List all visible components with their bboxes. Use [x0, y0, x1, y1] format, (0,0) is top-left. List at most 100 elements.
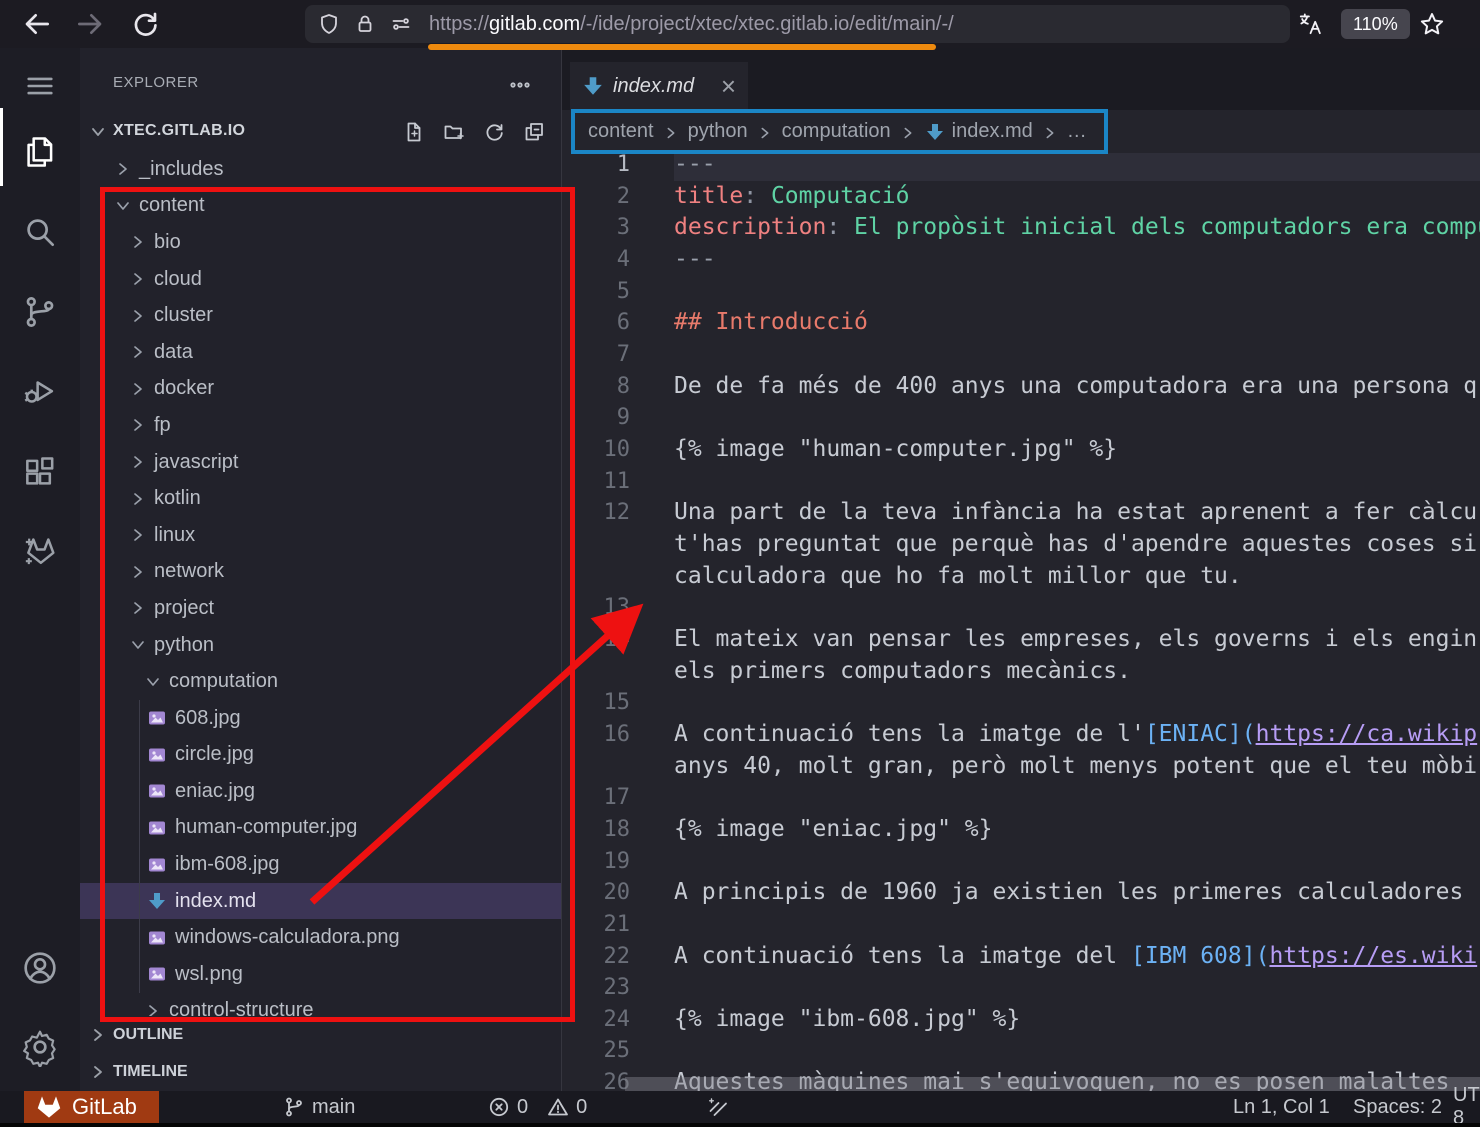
code-line-wrap[interactable]: t'has preguntat que perquè has d'apendre…: [562, 529, 1480, 561]
code-line-19[interactable]: 19: [562, 846, 1480, 878]
project-section-header[interactable]: XTEC.GITLAB.IO: [80, 113, 562, 151]
explorer-icon[interactable]: [16, 128, 64, 176]
tree-item-data[interactable]: data: [80, 334, 562, 371]
explorer-panel-title: EXPLORER: [113, 74, 199, 91]
code-line-5[interactable]: 5: [562, 276, 1480, 308]
tree-item-windows-calculadora.png[interactable]: windows-calculadora.png: [80, 919, 562, 956]
tree-item-kotlin[interactable]: kotlin: [80, 480, 562, 517]
refresh-icon[interactable]: [482, 120, 506, 144]
browser-toolbar: https://gitlab.com/-/ide/project/xtec/xt…: [0, 0, 1480, 48]
search-icon[interactable]: [16, 208, 64, 256]
code-line-21[interactable]: 21: [562, 909, 1480, 941]
gitlab-workflow-icon[interactable]: [16, 528, 64, 576]
code-line-16[interactable]: 16A continuació tens la imatge de l'[ENI…: [562, 719, 1480, 751]
code-line-24[interactable]: 24{% image "ibm-608.jpg" %}: [562, 1004, 1480, 1036]
code-line-4[interactable]: 4---: [562, 244, 1480, 276]
code-line-2[interactable]: 2title: Computació: [562, 181, 1480, 213]
code-line-7[interactable]: 7: [562, 339, 1480, 371]
timeline-section-header[interactable]: TIMELINE: [80, 1053, 562, 1090]
url[interactable]: https://gitlab.com/-/ide/project/xtec/xt…: [429, 13, 954, 36]
tree-item-human-computer.jpg[interactable]: human-computer.jpg: [80, 810, 562, 847]
code-line-9[interactable]: 9: [562, 402, 1480, 434]
breadcrumb-item-…[interactable]: …: [1067, 120, 1087, 143]
tree-item-eniac.jpg[interactable]: eniac.jpg: [80, 773, 562, 810]
indentation-setting[interactable]: Spaces: 2: [1353, 1091, 1442, 1123]
tree-item-project[interactable]: project: [80, 590, 562, 627]
run-debug-icon[interactable]: [16, 368, 64, 416]
tree-item-index.md[interactable]: index.md: [80, 883, 562, 920]
outline-label: OUTLINE: [113, 1026, 183, 1044]
code-line-11[interactable]: 11: [562, 466, 1480, 498]
cursor-position[interactable]: Ln 1, Col 1: [1233, 1091, 1330, 1123]
permissions-icon[interactable]: [389, 12, 413, 36]
code-line-wrap[interactable]: calculadora que ho fa molt millor que tu…: [562, 561, 1480, 593]
horizontal-scrollbar[interactable]: [625, 1077, 1480, 1091]
outline-section-header[interactable]: OUTLINE: [80, 1016, 562, 1053]
problems-indicator[interactable]: 0 0: [487, 1091, 587, 1123]
tree-item-computation[interactable]: computation: [80, 663, 562, 700]
lock-icon[interactable]: [353, 12, 377, 36]
breadcrumb-item-content[interactable]: content: [588, 120, 654, 143]
formatter-indicator[interactable]: [706, 1091, 736, 1123]
collapse-all-icon[interactable]: [522, 120, 546, 144]
tree-item-_includes[interactable]: _includes: [80, 151, 562, 188]
breadcrumb-item-python[interactable]: python: [688, 120, 748, 143]
code-line-18[interactable]: 18{% image "eniac.jpg" %}: [562, 814, 1480, 846]
source-control-icon[interactable]: [16, 288, 64, 336]
code-line-wrap[interactable]: els primers computadors mecànics.: [562, 656, 1480, 688]
breadcrumb-item-computation[interactable]: computation: [782, 120, 891, 143]
encoding-setting[interactable]: UTF-8: [1453, 1091, 1480, 1123]
more-actions-icon[interactable]: [508, 73, 532, 97]
code-editor[interactable]: 1---2title: Computació3description: El p…: [562, 153, 1480, 1091]
code-line-12[interactable]: 12Una part de la teva infància ha estat …: [562, 497, 1480, 529]
new-folder-icon[interactable]: [442, 120, 466, 144]
reload-button[interactable]: [129, 8, 161, 40]
code-line-13[interactable]: 13: [562, 592, 1480, 624]
tree-item-bio[interactable]: bio: [80, 224, 562, 261]
tree-item-cluster[interactable]: cluster: [80, 297, 562, 334]
code-line-wrap[interactable]: anys 40, molt gran, però molt menys pote…: [562, 751, 1480, 783]
code-line-20[interactable]: 20A principis de 1960 ja existien les pr…: [562, 877, 1480, 909]
code-line-25[interactable]: 25: [562, 1035, 1480, 1067]
breadcrumb-item-index.md[interactable]: index.md: [925, 120, 1033, 143]
account-icon[interactable]: [16, 944, 64, 992]
tree-item-circle.jpg[interactable]: circle.jpg: [80, 737, 562, 774]
settings-gear-icon[interactable]: [16, 1023, 64, 1071]
branch-indicator[interactable]: main: [282, 1091, 355, 1123]
address-bar[interactable]: https://gitlab.com/-/ide/project/xtec/xt…: [305, 5, 1290, 43]
code-line-8[interactable]: 8De de fa més de 400 anys una computador…: [562, 371, 1480, 403]
tree-item-network[interactable]: network: [80, 554, 562, 591]
code-line-17[interactable]: 17: [562, 782, 1480, 814]
tree-item-fp[interactable]: fp: [80, 407, 562, 444]
close-icon[interactable]: ×: [721, 76, 736, 96]
code-line-15[interactable]: 15: [562, 687, 1480, 719]
new-file-icon[interactable]: [402, 120, 426, 144]
code-line-22[interactable]: 22A continuació tens la imatge del [IBM …: [562, 941, 1480, 973]
shield-icon[interactable]: [317, 12, 341, 36]
tree-item-content[interactable]: content: [80, 188, 562, 225]
tree-item-ibm-608.jpg[interactable]: ibm-608.jpg: [80, 846, 562, 883]
code-line-10[interactable]: 10{% image "human-computer.jpg" %}: [562, 434, 1480, 466]
tree-item-javascript[interactable]: javascript: [80, 444, 562, 481]
tree-item-608.jpg[interactable]: 608.jpg: [80, 700, 562, 737]
tree-item-linux[interactable]: linux: [80, 517, 562, 554]
back-button[interactable]: [21, 8, 53, 40]
tree-item-docker[interactable]: docker: [80, 371, 562, 408]
tree-item-cloud[interactable]: cloud: [80, 261, 562, 298]
tree-item-python[interactable]: python: [80, 627, 562, 664]
tab-index-md[interactable]: index.md ×: [570, 62, 748, 110]
code-line-14[interactable]: 14El mateix van pensar les empreses, els…: [562, 624, 1480, 656]
translate-icon[interactable]: [1297, 11, 1323, 37]
code-line-6[interactable]: 6## Introducció: [562, 307, 1480, 339]
menu-icon[interactable]: [16, 62, 64, 110]
gitlab-remote-badge[interactable]: GitLab: [24, 1091, 159, 1123]
code-line-23[interactable]: 23: [562, 972, 1480, 1004]
tree-item-wsl.png[interactable]: wsl.png: [80, 956, 562, 993]
chevron-right-icon: [88, 1025, 108, 1045]
zoom-level-badge[interactable]: 110%: [1341, 9, 1410, 39]
extensions-icon[interactable]: [16, 448, 64, 496]
code-line-1[interactable]: 1---: [562, 153, 1480, 181]
bookmark-star-icon[interactable]: [1418, 10, 1446, 38]
forward-button[interactable]: [74, 8, 106, 40]
code-line-3[interactable]: 3description: El propòsit inicial dels c…: [562, 212, 1480, 244]
